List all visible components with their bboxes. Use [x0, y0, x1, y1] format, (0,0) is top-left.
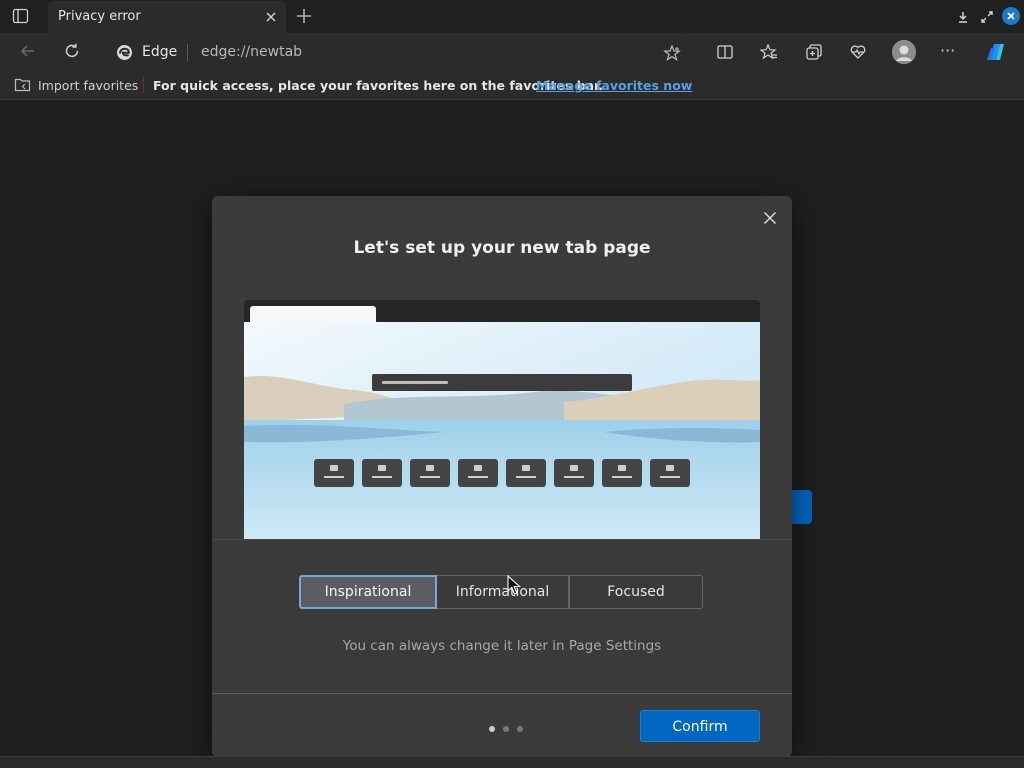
- window-close-icon[interactable]: [1002, 7, 1020, 25]
- tab-strip: Privacy error: [0, 0, 1024, 33]
- preview-background-image: [244, 322, 760, 539]
- tab-title: Privacy error: [58, 9, 141, 24]
- layout-segmented-control: Inspirational Informational Focused: [299, 575, 703, 609]
- collections-icon[interactable]: [805, 43, 823, 61]
- confirm-button[interactable]: Confirm: [640, 710, 760, 742]
- preview-quick-link-tile: [602, 459, 642, 487]
- mouse-cursor-icon: [507, 574, 521, 596]
- more-options-icon[interactable]: ···: [940, 41, 955, 60]
- dialog-title: Let's set up your new tab page: [353, 238, 651, 258]
- status-strip: [0, 756, 1024, 768]
- split-screen-icon[interactable]: [716, 43, 734, 61]
- edge-logo-icon: [116, 44, 133, 61]
- preview-quick-link-tile: [410, 459, 450, 487]
- import-favorites-button[interactable]: Import favorites: [38, 78, 138, 93]
- preview-quick-link-tile: [458, 459, 498, 487]
- manage-favorites-link[interactable]: Manage favorites now: [536, 78, 692, 93]
- preview-search-box: [372, 374, 632, 391]
- step-indicator: [517, 726, 523, 732]
- preview-search-placeholder: [382, 381, 448, 384]
- preview-tabbar: [244, 300, 760, 322]
- site-identity-label: Edge: [142, 44, 178, 60]
- layout-preview-image: [244, 300, 760, 539]
- new-tab-setup-dialog: Let's set up your new tab page Inspirati…: [212, 196, 792, 757]
- address-bar[interactable]: Edge edge://newtab: [100, 36, 696, 68]
- layout-option-inspirational[interactable]: Inspirational: [299, 575, 437, 609]
- restore-icon[interactable]: [980, 9, 994, 23]
- favorites-divider: [143, 77, 144, 93]
- page-content: Let's set up your new tab page Inspirati…: [0, 101, 1024, 757]
- folder-icon[interactable]: [14, 77, 31, 92]
- avatar-icon[interactable]: [892, 40, 916, 64]
- tab-actions-icon[interactable]: [12, 8, 30, 24]
- preview-quick-link-tile: [554, 459, 594, 487]
- step-indicator-active: [489, 726, 495, 732]
- favorites-bar: Import favorites For quick access, place…: [0, 71, 1024, 100]
- preview-quick-link-tile: [506, 459, 546, 487]
- layout-option-informational[interactable]: Informational: [437, 575, 569, 609]
- close-icon[interactable]: [264, 9, 278, 23]
- preview-tab: [250, 306, 376, 322]
- preview-quick-link-tile: [362, 459, 402, 487]
- url-text[interactable]: edge://newtab: [201, 44, 302, 60]
- step-indicator: [503, 726, 509, 732]
- layout-option-focused[interactable]: Focused: [569, 575, 703, 609]
- favorites-icon[interactable]: [759, 43, 778, 61]
- browser-tab[interactable]: Privacy error: [48, 1, 286, 33]
- address-divider: [187, 44, 188, 61]
- heartbeat-icon[interactable]: [849, 43, 867, 61]
- background-button: [790, 490, 812, 524]
- star-icon[interactable]: [663, 44, 681, 62]
- back-arrow-icon[interactable]: [19, 42, 37, 60]
- preview-quick-link-tile: [650, 459, 690, 487]
- refresh-icon[interactable]: [63, 42, 81, 60]
- plus-icon[interactable]: [296, 8, 312, 24]
- close-icon[interactable]: [763, 210, 777, 224]
- preview-quick-link-tile: [314, 459, 354, 487]
- download-icon[interactable]: [956, 9, 970, 23]
- layout-options-panel: [212, 539, 792, 693]
- settings-hint: You can always change it later in Page S…: [342, 638, 662, 654]
- browser-toolbar: Edge edge://newtab ···: [0, 33, 1024, 71]
- copilot-icon[interactable]: [984, 40, 1008, 64]
